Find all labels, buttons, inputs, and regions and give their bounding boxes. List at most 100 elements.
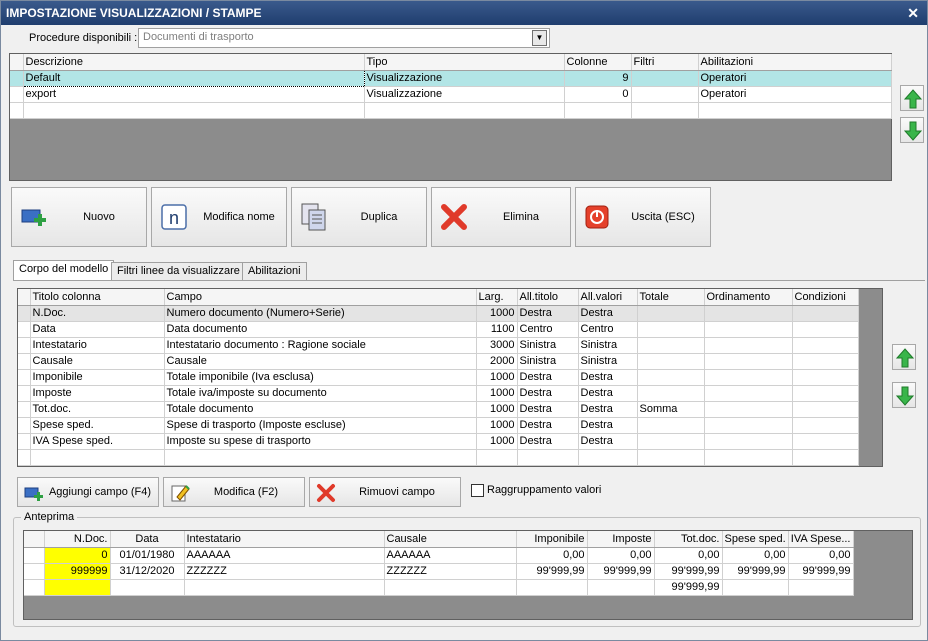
table-cell[interactable]: Causale [164,353,477,370]
raggruppamento-checkbox[interactable] [471,484,484,497]
row-selector[interactable] [18,449,31,466]
column-header[interactable]: All.titolo [517,289,579,306]
column-header[interactable]: Data [110,531,185,548]
row-selector[interactable] [10,86,24,103]
table-cell[interactable]: export [23,86,365,103]
table-cell[interactable] [704,417,793,434]
field-down-button[interactable] [892,382,916,408]
table-cell[interactable]: Destra [517,369,579,386]
table-cell[interactable]: Data [30,321,165,338]
table-row[interactable]: 99'999,99 [24,579,854,596]
table-cell[interactable] [704,449,793,466]
new-button[interactable]: Nuovo [11,187,147,247]
table-cell[interactable]: Centro [517,321,579,338]
column-header[interactable]: Spese sped. [722,531,789,548]
table-cell[interactable]: AAAAAA [384,547,517,564]
table-cell[interactable]: N.Doc. [30,305,165,322]
table-cell[interactable] [704,321,793,338]
table-cell[interactable] [792,433,859,450]
table-cell[interactable]: 0 [564,86,632,103]
table-row[interactable] [18,449,859,466]
table-cell[interactable] [164,449,477,466]
table-cell[interactable]: 1000 [476,305,518,322]
table-cell[interactable]: 1000 [476,433,518,450]
table-cell[interactable]: Numero documento (Numero+Serie) [164,305,477,322]
table-cell[interactable] [792,369,859,386]
table-cell[interactable] [637,433,705,450]
table-row[interactable]: export Visualizzazione 0 Operatori [10,86,892,103]
table-cell[interactable] [384,579,517,596]
column-header[interactable]: Filtri [631,54,699,71]
table-row[interactable]: Data Data documento 1100 Centro Centro [18,321,859,338]
table-cell[interactable]: 1000 [476,369,518,386]
table-cell[interactable]: Destra [517,385,579,402]
table-row[interactable]: Imponibile Totale imponibile (Iva esclusa… [18,369,859,386]
table-cell[interactable]: Destra [578,401,638,418]
row-selector[interactable] [18,369,31,386]
column-header[interactable]: Condizioni [792,289,859,306]
row-selector[interactable] [24,547,45,564]
table-cell[interactable]: Visualizzazione [364,86,565,103]
table-row[interactable]: Causale Causale 2000 Sinistra Sinistra [18,353,859,370]
column-header[interactable]: Ordinamento [704,289,793,306]
table-cell[interactable] [637,417,705,434]
table-cell[interactable] [704,385,793,402]
row-selector[interactable] [18,321,31,338]
column-header[interactable]: Tipo [364,54,565,71]
column-header[interactable]: Intestatario [184,531,385,548]
table-cell[interactable]: Imponibile [30,369,165,386]
table-cell[interactable]: 0,00 [516,547,588,564]
table-cell[interactable]: Sinistra [517,353,579,370]
table-cell[interactable] [637,305,705,322]
table-cell[interactable]: 1100 [476,321,518,338]
row-selector[interactable] [18,401,31,418]
table-cell[interactable]: Sinistra [517,337,579,354]
table-cell[interactable] [722,579,789,596]
remove-field-button[interactable]: Rimuovi campo [309,477,461,507]
table-row[interactable]: 0 01/01/1980 AAAAAA AAAAAA 0,00 0,00 0,00 0,00 0… [24,547,854,564]
table-cell[interactable] [792,401,859,418]
table-cell[interactable]: 99'999,99 [654,563,723,580]
table-cell[interactable] [704,305,793,322]
table-row[interactable]: Imposte Totale iva/imposte su documento 10… [18,385,859,402]
row-selector[interactable] [10,70,24,87]
table-cell[interactable] [637,321,705,338]
table-cell[interactable]: Totale iva/imposte su documento [164,385,477,402]
move-down-button[interactable] [900,117,924,143]
edit-field-button[interactable]: Modifica (F2) [163,477,305,507]
column-header[interactable]: All.valori [578,289,638,306]
table-cell[interactable]: 01/01/1980 [110,547,185,564]
table-cell[interactable]: Destra [578,433,638,450]
column-header[interactable]: Causale [384,531,517,548]
table-cell[interactable] [704,337,793,354]
table-row[interactable]: Intestatario Intestatario documento : Rag… [18,337,859,354]
table-cell[interactable]: Spese sped. [30,417,165,434]
table-cell[interactable] [637,449,705,466]
table-cell[interactable] [637,353,705,370]
table-cell[interactable]: Destra [578,385,638,402]
duplicate-button[interactable]: Duplica [291,187,427,247]
table-cell[interactable]: Data documento [164,321,477,338]
table-cell[interactable] [704,401,793,418]
table-cell[interactable]: Operatori [698,86,892,103]
table-cell[interactable]: Spese di trasporto (Imposte escluse) [164,417,477,434]
table-cell[interactable]: Default [22,69,365,87]
table-cell[interactable] [637,337,705,354]
table-cell[interactable]: 999999 [44,563,111,580]
table-cell[interactable] [792,353,859,370]
table-cell[interactable]: 99'999,99 [516,563,588,580]
table-cell[interactable] [792,321,859,338]
table-cell[interactable]: Intestatario documento : Ragione sociale [164,337,477,354]
row-selector[interactable] [18,385,31,402]
table-cell[interactable] [516,579,588,596]
table-cell[interactable]: Causale [30,353,165,370]
table-cell[interactable]: ZZZZZZ [384,563,517,580]
row-selector[interactable] [24,563,45,580]
column-header[interactable]: Imponibile [516,531,588,548]
table-cell[interactable] [637,385,705,402]
column-header[interactable]: Abilitazioni [698,54,892,71]
table-cell[interactable]: Destra [517,417,579,434]
table-cell[interactable]: 3000 [476,337,518,354]
table-cell[interactable]: 0,00 [788,547,854,564]
row-selector[interactable] [18,353,31,370]
